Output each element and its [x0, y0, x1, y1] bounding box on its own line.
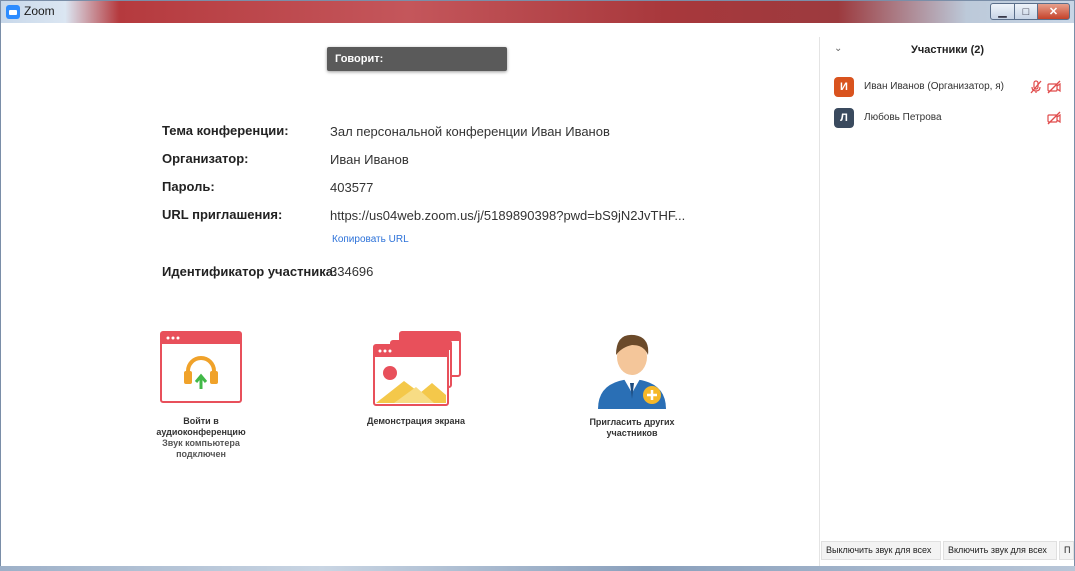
taskbar-edge	[0, 566, 1075, 571]
topic-label: Тема конференции:	[162, 123, 289, 138]
host-label: Организатор:	[162, 151, 249, 166]
panel-divider	[819, 37, 820, 571]
topic-value: Зал персональной конференции Иван Иванов	[330, 124, 610, 139]
participant-name: Любовь Петрова	[864, 112, 942, 123]
share-screen-label: Демонстрация экрана	[366, 416, 466, 426]
avatar: И	[834, 77, 854, 97]
participant-row[interactable]: И Иван Иванов (Организатор, я)	[834, 77, 1066, 97]
copy-url-link[interactable]: Копировать URL	[332, 234, 409, 245]
unmute-all-button[interactable]: Включить звук для всех	[943, 541, 1057, 560]
participant-id-label: Идентификатор участника:	[162, 264, 338, 279]
invite-label-2: участников	[606, 428, 658, 438]
close-button[interactable]: ✕	[1037, 3, 1070, 20]
more-options-button[interactable]: П	[1059, 541, 1074, 560]
share-screen-button[interactable]: Демонстрация экрана	[351, 331, 481, 427]
invite-url-value: https://us04web.zoom.us/j/5189890398?pwd…	[330, 208, 686, 223]
participant-row[interactable]: Л Любовь Петрова	[834, 108, 1066, 128]
share-screen-icon	[370, 331, 462, 407]
invite-label-1: Пригласить других	[589, 417, 675, 427]
join-audio-button[interactable]: Войти в аудиоконференцию Звук компьютера…	[134, 331, 268, 460]
window-title: Zoom	[24, 4, 55, 18]
zoom-logo-icon	[6, 5, 20, 19]
audio-status-2: подключен	[176, 449, 226, 459]
invite-person-icon	[594, 327, 670, 411]
minimize-button[interactable]: ▁	[990, 3, 1015, 20]
participants-panel-title: Участники (2)	[911, 44, 985, 56]
invite-button[interactable]: Пригласить других участников	[577, 327, 687, 439]
password-value: 403577	[330, 180, 374, 195]
mute-all-button[interactable]: Выключить звук для всех	[821, 541, 941, 560]
title-bar: Zoom ▁ □ ✕	[1, 1, 1074, 23]
headphones-icon	[160, 331, 242, 403]
avatar: Л	[834, 108, 854, 128]
participant-name: Иван Иванов (Организатор, я)	[864, 81, 1004, 92]
participant-id-value: 334696	[330, 264, 374, 279]
password-label: Пароль:	[162, 179, 215, 194]
chevron-down-icon[interactable]: ⌄	[834, 43, 842, 54]
maximize-button[interactable]: □	[1014, 3, 1038, 20]
active-speaker-label: Говорит:	[327, 47, 507, 71]
join-audio-label-1: Войти в	[183, 416, 219, 426]
zoom-window: Zoom ▁ □ ✕ Говорит: Тема конференции: За…	[0, 0, 1075, 571]
video-off-icon	[1047, 111, 1061, 130]
audio-status-1: Звук компьютера	[162, 438, 240, 448]
host-value: Иван Иванов	[330, 152, 409, 167]
invite-url-label: URL приглашения:	[162, 207, 283, 222]
video-off-icon	[1047, 80, 1061, 99]
muted-mic-icon	[1030, 80, 1042, 99]
join-audio-label-2: аудиоконференцию	[156, 427, 246, 437]
